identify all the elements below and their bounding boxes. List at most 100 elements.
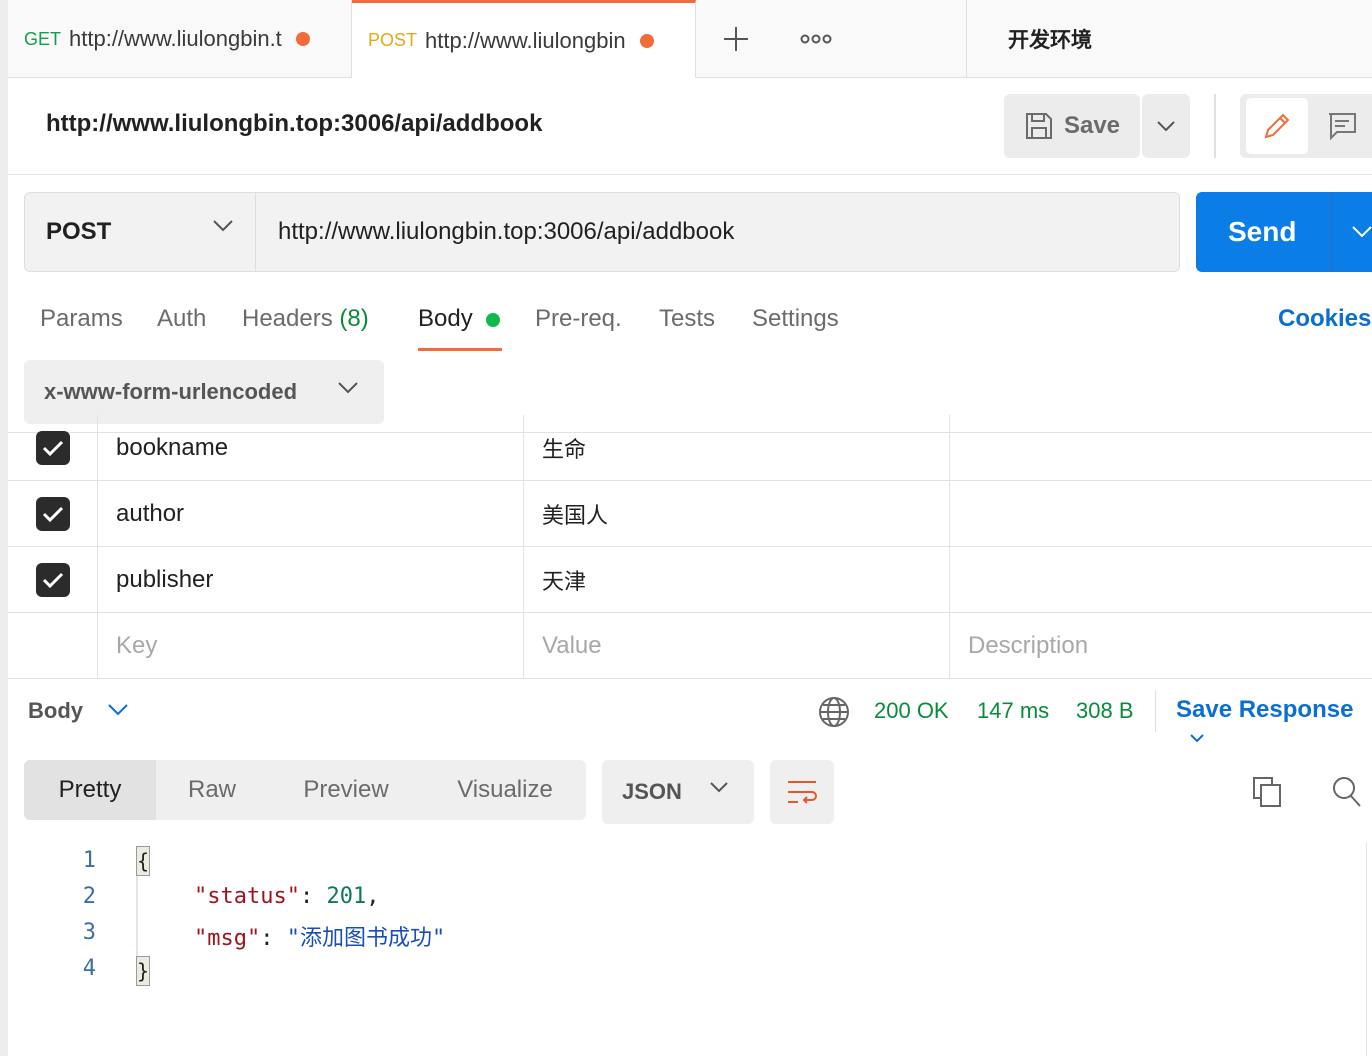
- divider: [1331, 192, 1332, 272]
- tab-method-label: GET: [24, 28, 62, 49]
- row-checkbox[interactable]: [35, 496, 70, 531]
- url-input[interactable]: http://www.liulongbin.top:3006/api/addbo…: [278, 218, 734, 246]
- chevron-down-icon: [213, 220, 233, 232]
- save-button[interactable]: Save: [1004, 94, 1140, 158]
- copy-icon[interactable]: [1252, 776, 1282, 808]
- unsaved-dot: [295, 32, 310, 46]
- chevron-down-icon[interactable]: [108, 704, 128, 716]
- body-type-label: x-www-form-urlencoded: [44, 379, 298, 404]
- view-preview[interactable]: Preview: [268, 760, 424, 820]
- key-input[interactable]: Key: [98, 613, 524, 678]
- request-tab-post[interactable]: POST http://www.liulongbin: [352, 0, 696, 78]
- chevron-down-icon: [1157, 121, 1175, 131]
- value-cell[interactable]: 天津: [524, 547, 950, 612]
- edit-mode-button[interactable]: [1246, 98, 1308, 154]
- line-number: 2: [82, 884, 96, 909]
- chevron-down-icon[interactable]: [1352, 226, 1372, 238]
- tab-auth[interactable]: Auth: [157, 305, 206, 333]
- json-number: 201: [326, 884, 367, 909]
- table-row: author 美国人: [8, 481, 1372, 547]
- tab-settings[interactable]: Settings: [752, 305, 839, 333]
- json-close-brace: }: [136, 956, 150, 986]
- tab-tests[interactable]: Tests: [659, 305, 715, 333]
- check-icon: [42, 572, 63, 588]
- view-pretty[interactable]: Pretty: [24, 760, 156, 820]
- tab-bar: GET http://www.liulongbin.t POST http://…: [8, 0, 1372, 78]
- format-select[interactable]: JSON: [602, 760, 754, 824]
- description-cell[interactable]: [950, 481, 1372, 546]
- line-number: 4: [82, 956, 96, 981]
- description-cell[interactable]: [950, 415, 1372, 480]
- value-input[interactable]: Value: [524, 613, 950, 678]
- tab-title: http://www.liulongbin.t: [69, 26, 282, 51]
- json-key: "msg": [194, 926, 261, 951]
- comment-icon: [1329, 113, 1356, 140]
- unsaved-dot: [639, 33, 654, 48]
- environment-selector[interactable]: 开发环境: [1008, 24, 1092, 54]
- plus-icon: [724, 27, 748, 51]
- more-tabs-button[interactable]: [776, 0, 856, 78]
- value-cell[interactable]: 生命: [524, 415, 950, 480]
- request-title[interactable]: http://www.liulongbin.top:3006/api/addbo…: [46, 110, 542, 138]
- response-section-title[interactable]: Body: [28, 698, 83, 724]
- json-open-brace: {: [136, 846, 150, 876]
- indent-guide: [136, 876, 138, 956]
- response-size[interactable]: 308 B: [1076, 698, 1134, 724]
- value-cell[interactable]: 美国人: [524, 481, 950, 546]
- tab-method-label: POST: [368, 30, 418, 50]
- status-code[interactable]: 200 OK: [874, 698, 949, 724]
- save-options-button[interactable]: [1142, 94, 1190, 158]
- scrollbar[interactable]: [1366, 842, 1372, 1056]
- description-input[interactable]: Description: [950, 613, 1372, 678]
- comments-mode-button[interactable]: [1312, 98, 1372, 154]
- json-key: "status": [194, 884, 300, 909]
- response-time[interactable]: 147 ms: [977, 698, 1049, 724]
- send-button[interactable]: Send: [1196, 192, 1372, 272]
- row-checkbox-cell: [8, 481, 98, 546]
- format-label: JSON: [622, 779, 682, 804]
- view-visualize[interactable]: Visualize: [424, 760, 586, 820]
- check-icon: [42, 506, 63, 522]
- key-cell[interactable]: publisher: [98, 547, 524, 612]
- left-edge: [0, 0, 8, 1056]
- more-horizontal-icon: [800, 34, 832, 44]
- tab-headers-label: Headers: [242, 305, 333, 332]
- description-cell[interactable]: [950, 547, 1372, 612]
- search-icon[interactable]: [1332, 776, 1362, 808]
- cookies-link[interactable]: Cookies: [1278, 305, 1371, 333]
- new-tab-button[interactable]: [696, 0, 776, 78]
- table-row: bookname 生命: [8, 415, 1372, 481]
- row-checkbox-cell: [8, 547, 98, 612]
- table-row: publisher 天津: [8, 547, 1372, 613]
- tab-params[interactable]: Params: [40, 305, 123, 333]
- chevron-down-icon: [710, 782, 728, 793]
- save-response-button[interactable]: Save Response: [1176, 696, 1372, 752]
- tab-headers[interactable]: Headers (8): [242, 305, 369, 333]
- chevron-down-icon: [338, 382, 358, 394]
- check-icon: [42, 440, 63, 456]
- body-indicator-dot: [486, 313, 500, 327]
- divider: [1214, 94, 1216, 158]
- tab-prerequest[interactable]: Pre-req.: [535, 305, 622, 333]
- json-string: "添加图书成功": [286, 926, 446, 951]
- request-tab-get[interactable]: GET http://www.liulongbin.t: [8, 0, 352, 78]
- divider: [8, 174, 1372, 175]
- tab-title: http://www.liulongbin: [425, 27, 626, 53]
- view-raw[interactable]: Raw: [156, 760, 268, 820]
- method-select[interactable]: POST: [24, 192, 256, 272]
- tab-body[interactable]: Body: [418, 305, 473, 333]
- line-number: 1: [82, 848, 96, 873]
- chevron-down-icon: [1190, 734, 1204, 743]
- save-label: Save: [1063, 112, 1121, 139]
- globe-icon[interactable]: [818, 696, 850, 728]
- line-number: 3: [82, 920, 96, 945]
- row-checkbox[interactable]: [35, 562, 70, 597]
- save-icon: [1025, 113, 1052, 139]
- send-label: Send: [1228, 216, 1297, 247]
- key-cell[interactable]: author: [98, 481, 524, 546]
- row-checkbox[interactable]: [35, 430, 70, 465]
- wrap-lines-button[interactable]: [770, 760, 834, 824]
- active-tab-underline: [418, 348, 502, 351]
- key-cell[interactable]: bookname: [98, 415, 524, 480]
- headers-count: (8): [339, 305, 369, 332]
